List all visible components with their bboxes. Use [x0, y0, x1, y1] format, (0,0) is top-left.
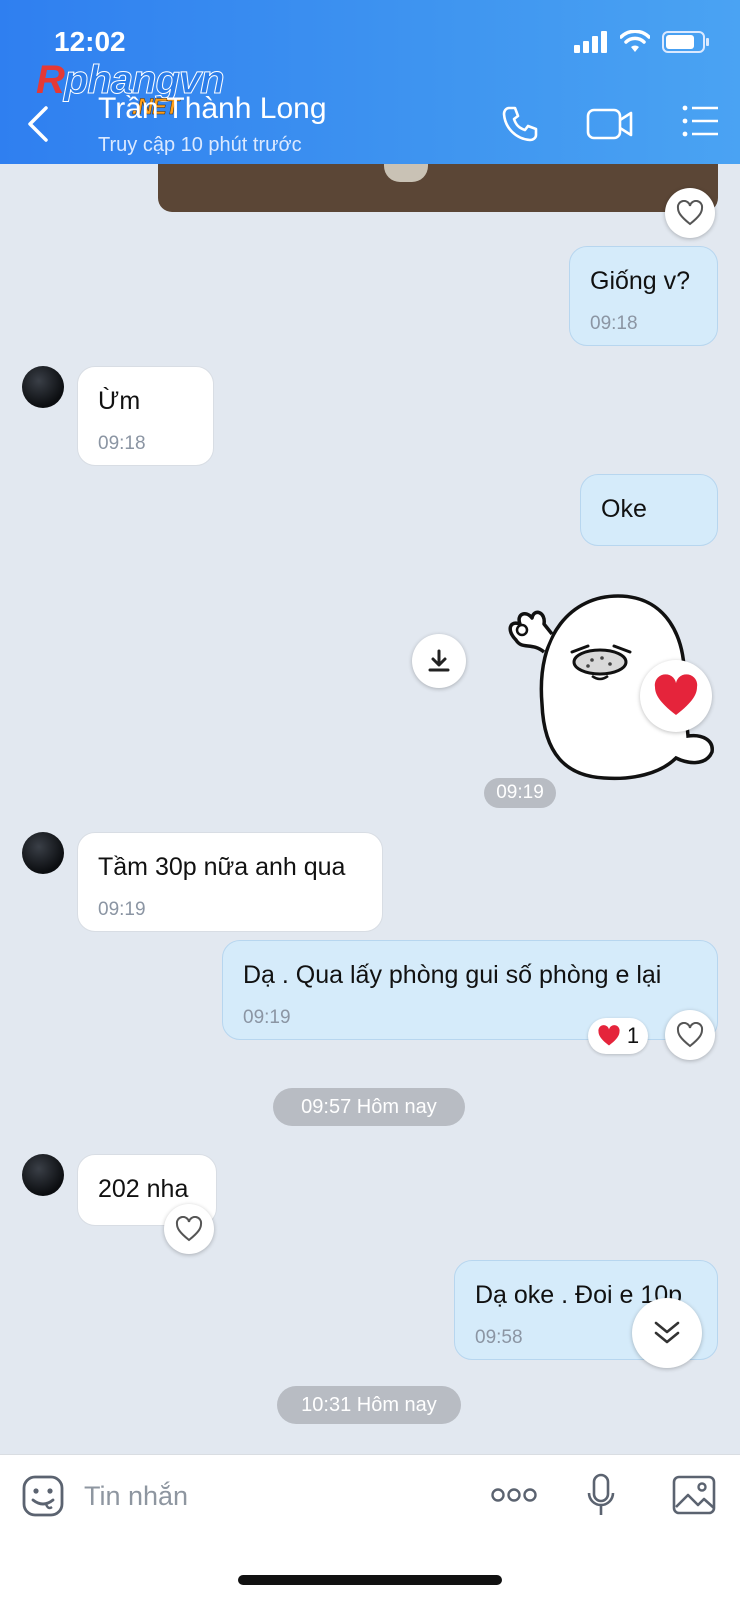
home-indicator[interactable]: [238, 1575, 502, 1585]
heart-outline-icon: [676, 1022, 704, 1048]
contact-avatar[interactable]: [22, 366, 64, 408]
message-bubble-outgoing[interactable]: Giống v? 09:18: [569, 246, 718, 346]
contact-avatar[interactable]: [22, 1154, 64, 1196]
wifi-icon: [620, 30, 650, 52]
heart-outline-icon: [175, 1216, 203, 1242]
chat-area[interactable]: Giống v? 09:18 Ừm 09:18 Oke 09:19 Tầm 30…: [0, 164, 740, 1454]
scroll-to-bottom-button[interactable]: [632, 1298, 702, 1368]
message-bubble-incoming[interactable]: Ừm 09:18: [77, 366, 214, 466]
message-text: Tầm 30p nữa anh qua: [98, 853, 346, 881]
chat-header: 12:02 Rphangvn .NET Trần Thành Long Truy…: [0, 0, 740, 164]
reaction-count: 1: [626, 1023, 640, 1048]
message-time: 09:58: [475, 1327, 523, 1348]
message-time: 09:18: [590, 313, 638, 334]
heart-filled-icon: [598, 1025, 620, 1046]
message-text: Giống v?: [590, 267, 691, 295]
contact-status: Truy cập 10 phút trước: [98, 134, 302, 156]
message-text: Dạ . Qua lấy phòng gui số phòng e lại: [243, 961, 662, 989]
menu-list-icon[interactable]: [682, 104, 720, 138]
download-icon: [428, 649, 450, 672]
battery-icon: [662, 31, 709, 53]
signal-icon: [574, 31, 607, 53]
message-text: Oke: [601, 495, 647, 523]
double-chevron-down-icon: [654, 1321, 680, 1344]
message-time: 09:19: [98, 899, 146, 920]
message-bubble-incoming[interactable]: Tầm 30p nữa anh qua 09:19: [77, 832, 383, 932]
heart-filled-icon: [654, 674, 698, 715]
reaction-heart-button[interactable]: [640, 660, 712, 732]
heart-outline-icon: [676, 200, 704, 226]
reaction-count-chip[interactable]: 1: [588, 1018, 648, 1054]
image-message-partial[interactable]: [158, 164, 718, 212]
status-time: 12:02: [54, 26, 126, 57]
react-heart-button[interactable]: [665, 188, 715, 238]
sticker-time-badge: 09:19: [484, 778, 556, 808]
time-separator: 10:31 Hôm nay: [277, 1386, 461, 1424]
message-time: 09:18: [98, 433, 146, 454]
message-input[interactable]: Tin nhắn: [84, 1481, 188, 1512]
back-arrow-icon[interactable]: [24, 104, 52, 144]
video-call-icon[interactable]: [586, 104, 634, 144]
contact-avatar[interactable]: [22, 832, 64, 874]
time-separator: 09:57 Hôm nay: [273, 1088, 465, 1126]
contact-name[interactable]: Trần Thành Long: [98, 92, 327, 126]
message-bubble-outgoing[interactable]: Oke: [580, 474, 718, 546]
status-icons: [574, 30, 710, 54]
download-button[interactable]: [412, 634, 466, 688]
react-heart-button[interactable]: [665, 1010, 715, 1060]
message-text: 202 nha: [98, 1175, 189, 1203]
more-options-icon[interactable]: [490, 1487, 538, 1503]
phone-call-icon[interactable]: [500, 104, 540, 144]
image-gallery-icon[interactable]: [672, 1475, 716, 1515]
sticker-emoji-icon[interactable]: [22, 1475, 64, 1517]
react-heart-button[interactable]: [164, 1204, 214, 1254]
microphone-icon[interactable]: [586, 1473, 616, 1519]
message-text: Ừm: [98, 387, 141, 415]
message-time: 09:19: [243, 1007, 291, 1028]
